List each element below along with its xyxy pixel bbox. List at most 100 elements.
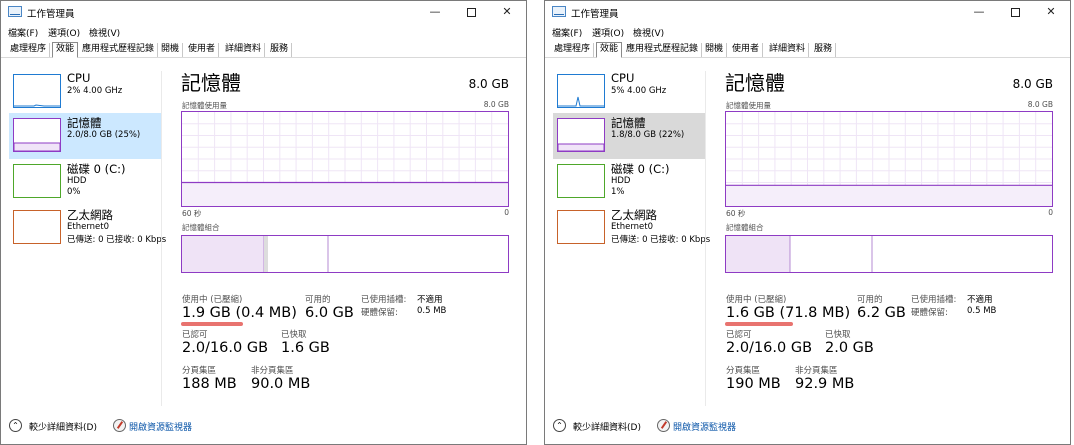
paged-pool-label: 分頁集區: [726, 366, 761, 376]
cpu-thumbnail-graph: [557, 74, 605, 108]
tab-processes[interactable]: 處理程序: [551, 43, 595, 57]
tab-app-history[interactable]: 應用程式歷程記錄: [623, 43, 703, 57]
graph-axis-left: 60 秒: [182, 209, 202, 218]
sidebar-disk-title: 磁碟 0 (C:): [611, 162, 670, 176]
sidebar-disk-type: HDD: [67, 176, 87, 186]
graph-axis-left: 60 秒: [726, 209, 746, 218]
close-button[interactable]: ✕: [492, 1, 522, 23]
sidebar-item-cpu[interactable]: CPU 2% 4.00 GHz: [9, 69, 161, 115]
memory-usage-max: 8.0 GB: [483, 100, 509, 109]
paged-pool-value: 190 MB: [726, 376, 781, 392]
memory-usage-max: 8.0 GB: [1027, 100, 1053, 109]
tab-services[interactable]: 服務: [267, 43, 293, 57]
committed-value: 2.0/16.0 GB: [182, 340, 269, 356]
title-bar: 工作管理員 — ✕: [1, 1, 526, 23]
memory-thumbnail-graph: [13, 118, 61, 152]
slots-used-label: 已使用插槽:: [361, 295, 407, 305]
nonpaged-pool-value: 92.9 MB: [795, 376, 855, 392]
footer: ⌃ 較少詳細資料(D) 開啟資源監視器: [553, 418, 1053, 434]
cached-label: 已快取: [825, 330, 851, 340]
memory-usage-graph: [181, 111, 509, 207]
minimize-button[interactable]: —: [420, 1, 450, 23]
memory-composition-plot: [726, 236, 873, 272]
maximize-button[interactable]: [456, 1, 486, 23]
memory-thumbnail-fill: [13, 142, 61, 152]
memory-usage-plot: [726, 112, 1052, 206]
tab-startup[interactable]: 開機: [158, 43, 184, 57]
sidebar-disk-title: 磁碟 0 (C:): [67, 162, 126, 176]
task-manager-window-right: 工作管理員 — ✕ 檔案(F) 選項(O) 檢視(V) 處理程序 效能 應用程式…: [544, 0, 1071, 445]
tab-performance[interactable]: 效能: [52, 42, 79, 58]
tab-bar: 處理程序 效能 應用程式歷程記錄 開機 使用者 詳細資料 服務: [545, 40, 1070, 58]
sidebar-ethernet-throughput: 已傳送: 0 已接收: 0 Kbps: [67, 235, 167, 245]
available-value: 6.0 GB: [305, 305, 354, 321]
memory-thumbnail-graph: [557, 118, 605, 152]
sidebar-divider: [161, 71, 162, 406]
nonpaged-pool-value: 90.0 MB: [251, 376, 311, 392]
tab-app-history[interactable]: 應用程式歷程記錄: [79, 43, 159, 57]
sidebar-item-ethernet[interactable]: 乙太網路 Ethernet0 已傳送: 0 已接收: 0 Kbps: [9, 205, 166, 251]
in-use-highlight-underline: [181, 322, 243, 326]
tab-services[interactable]: 服務: [811, 43, 837, 57]
cached-value: 1.6 GB: [281, 340, 330, 356]
hw-reserved-value: 0.5 MB: [967, 306, 997, 316]
fewer-details-button[interactable]: 較少詳細資料(D): [573, 420, 641, 433]
sidebar-ethernet-throughput: 已傳送: 0 已接收: 0 Kbps: [611, 235, 711, 245]
chevron-up-icon[interactable]: ⌃: [553, 419, 566, 432]
menu-options[interactable]: 選項(O): [48, 26, 80, 39]
sidebar-item-cpu[interactable]: CPU 5% 4.00 GHz: [553, 69, 705, 115]
sidebar-cpu-usage: 5% 4.00 GHz: [611, 86, 667, 96]
tab-bar: 處理程序 效能 應用程式歷程記錄 開機 使用者 詳細資料 服務: [1, 40, 526, 58]
close-button[interactable]: ✕: [1036, 1, 1066, 23]
hw-reserved-value: 0.5 MB: [417, 306, 447, 316]
in-use-value: 1.9 GB (0.4 MB): [182, 305, 297, 321]
menu-file[interactable]: 檔案(F): [552, 26, 582, 39]
fewer-details-button[interactable]: 較少詳細資料(D): [29, 420, 97, 433]
sidebar-item-memory[interactable]: 記憶體 2.0/8.0 GB (25%): [9, 113, 161, 159]
sidebar-memory-title: 記憶體: [611, 116, 646, 130]
minimize-button[interactable]: —: [964, 1, 994, 23]
memory-composition-bar: [181, 235, 509, 273]
memory-detail-panel: 記憶體 8.0 GB 記憶體使用量 8.0 GB 60 秒 0 記憶體組合 使用…: [181, 67, 511, 412]
sidebar-item-disk[interactable]: 磁碟 0 (C:) HDD 1%: [553, 159, 705, 205]
cached-value: 2.0 GB: [825, 340, 874, 356]
tab-performance[interactable]: 效能: [596, 42, 623, 58]
slots-used-label: 已使用插槽:: [911, 295, 957, 305]
menu-file[interactable]: 檔案(F): [8, 26, 38, 39]
menu-view[interactable]: 檢視(V): [89, 26, 120, 39]
sidebar-item-memory[interactable]: 記憶體 1.8/8.0 GB (22%): [553, 113, 705, 159]
menu-options[interactable]: 選項(O): [592, 26, 624, 39]
memory-composition-label: 記憶體組合: [182, 223, 220, 232]
sidebar-item-ethernet[interactable]: 乙太網路 Ethernet0 已傳送: 0 已接收: 0 Kbps: [553, 205, 710, 251]
cached-label: 已快取: [281, 330, 307, 340]
tab-users[interactable]: 使用者: [729, 43, 764, 57]
slots-used-value: 不適用: [417, 295, 443, 305]
open-resource-monitor-link[interactable]: 開啟資源監視器: [129, 420, 192, 433]
tab-details[interactable]: 詳細資料: [766, 43, 810, 57]
chevron-up-icon[interactable]: ⌃: [9, 419, 22, 432]
memory-usage-area: [726, 185, 1052, 206]
tab-processes[interactable]: 處理程序: [7, 43, 51, 57]
resource-monitor-icon: [113, 419, 126, 432]
in-use-value: 1.6 GB (71.8 MB): [726, 305, 851, 321]
in-use-label: 使用中 (已壓縮): [182, 295, 243, 305]
menu-view[interactable]: 檢視(V): [633, 26, 664, 39]
open-resource-monitor-link[interactable]: 開啟資源監視器: [673, 420, 736, 433]
task-manager-app-icon: [552, 6, 566, 17]
sidebar-disk-type: HDD: [611, 176, 631, 186]
available-label: 可用的: [305, 295, 331, 305]
hw-reserved-label: 硬體保留:: [911, 308, 948, 318]
menu-bar: 檔案(F) 選項(O) 檢視(V): [545, 23, 1070, 40]
tab-details[interactable]: 詳細資料: [222, 43, 266, 57]
sidebar-disk-usage: 1%: [611, 187, 625, 197]
sidebar-memory-title: 記憶體: [67, 116, 102, 130]
sidebar-item-disk[interactable]: 磁碟 0 (C:) HDD 0%: [9, 159, 161, 205]
sidebar-ethernet-title: 乙太網路: [67, 208, 113, 222]
tab-users[interactable]: 使用者: [185, 43, 220, 57]
maximize-button[interactable]: [1000, 1, 1030, 23]
sidebar-cpu-title: CPU: [67, 71, 91, 85]
tab-startup[interactable]: 開機: [702, 43, 728, 57]
available-value: 6.2 GB: [857, 305, 906, 321]
cpu-thumbnail-line: [14, 104, 60, 107]
task-manager-app-icon: [8, 6, 22, 17]
